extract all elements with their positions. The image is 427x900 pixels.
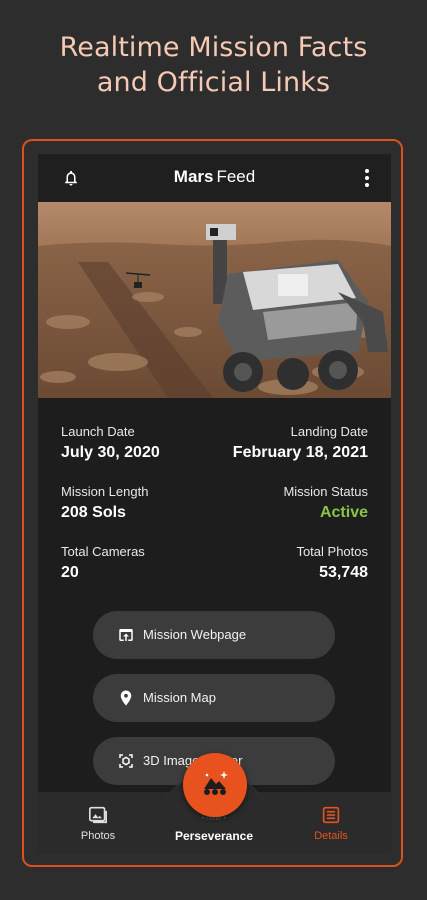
nav-details[interactable]: Details [305, 792, 357, 854]
photos-icon [89, 806, 107, 824]
total-photos-value: 53,748 [319, 564, 368, 581]
rover-select-fab[interactable] [183, 753, 247, 817]
app-title-bold: Mars [173, 167, 214, 186]
open-in-browser-icon [119, 629, 133, 641]
landing-date-value: February 18, 2021 [232, 444, 368, 461]
headline: Realtime Mission Facts and Official Link… [0, 30, 427, 100]
mission-status-label: Mission Status [283, 484, 368, 499]
mission-map-button[interactable]: Mission Map [93, 674, 335, 722]
launch-date-value: July 30, 2020 [61, 444, 160, 461]
mission-webpage-label: Mission Webpage [143, 627, 247, 642]
app-screen: Mars Feed Launch Date July 30, 2020 Land… [38, 154, 391, 854]
mission-map-label: Mission Map [143, 690, 216, 705]
mission-status-value: Active [319, 504, 368, 521]
rover-icon [204, 771, 228, 795]
total-cameras-value: 20 [61, 564, 79, 581]
headline-line-1: Realtime Mission Facts [59, 32, 368, 63]
more-vert-icon[interactable] [360, 167, 374, 189]
total-photos-label: Total Photos [296, 544, 368, 559]
total-cameras-label: Total Cameras [61, 544, 145, 559]
mission-webpage-button[interactable]: Mission Webpage [93, 611, 335, 659]
rover-selfie-image [38, 202, 391, 398]
landing-date-label: Landing Date [290, 424, 368, 439]
app-title-light: Feed [216, 167, 256, 186]
landing-date: Landing Date February 18, 2021 [233, 424, 368, 464]
launch-date-label: Launch Date [61, 424, 135, 439]
map-pin-icon [120, 690, 132, 706]
nav-details-label: Details [314, 830, 348, 842]
app-title: Mars Feed [38, 167, 391, 187]
launch-date: Launch Date July 30, 2020 [61, 424, 160, 464]
mission-length-value: 208 Sols [61, 504, 126, 521]
total-photos: Total Photos 53,748 [296, 544, 368, 584]
nav-photos-label: Photos [80, 830, 116, 842]
rover-name-label[interactable]: Perseverance [158, 829, 270, 843]
headline-line-2: and Official Links [96, 67, 331, 98]
3d-viewer-icon [119, 754, 133, 768]
app-bar: Mars Feed [38, 154, 391, 202]
total-cameras: Total Cameras 20 [61, 544, 145, 584]
nav-photos[interactable]: Photos [74, 792, 122, 854]
mission-status: Mission Status Active [283, 484, 368, 524]
mission-length: Mission Length 208 Sols [61, 484, 148, 524]
details-list-icon [322, 806, 340, 824]
mission-length-label: Mission Length [61, 484, 149, 499]
